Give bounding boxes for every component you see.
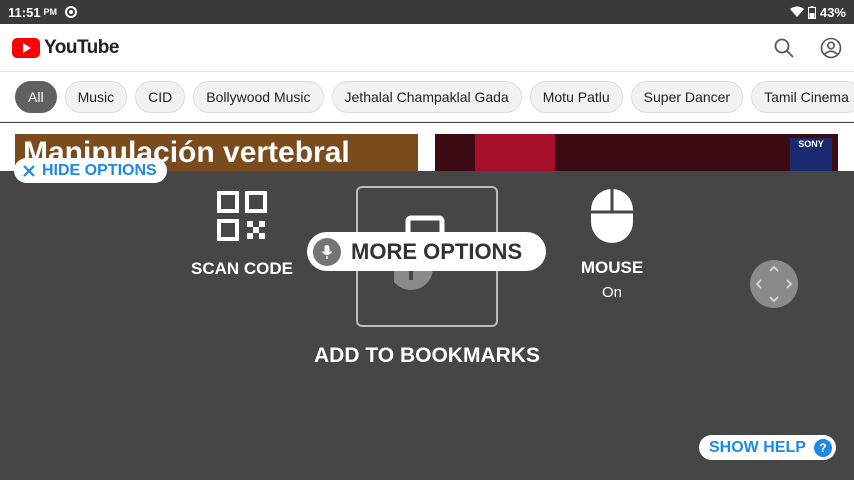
hide-options-button[interactable]: HIDE OPTIONS bbox=[14, 158, 167, 183]
chip-cid[interactable]: CID bbox=[135, 80, 186, 113]
chip-all[interactable]: All bbox=[15, 80, 57, 113]
more-options-button[interactable]: MORE OPTIONS bbox=[307, 232, 546, 271]
status-ampm: PM bbox=[43, 7, 58, 17]
scan-code-option[interactable]: SCAN CODE bbox=[190, 191, 294, 279]
youtube-logo[interactable]: YouTube bbox=[12, 37, 119, 59]
chip-music[interactable]: Music bbox=[64, 80, 128, 113]
scan-code-label: SCAN CODE bbox=[190, 259, 293, 278]
battery-icon bbox=[807, 5, 816, 19]
dpad-navigation[interactable] bbox=[750, 260, 798, 308]
mouse-toggle[interactable]: MOUSE On bbox=[570, 188, 654, 301]
account-icon[interactable] bbox=[820, 37, 842, 59]
header-actions bbox=[774, 37, 842, 59]
help-icon: ? bbox=[813, 438, 832, 457]
wifi-icon bbox=[789, 6, 804, 17]
chip-bollywood-music[interactable]: Bollywood Music bbox=[193, 80, 324, 113]
mouse-icon bbox=[591, 189, 633, 243]
mouse-state: On bbox=[601, 284, 622, 301]
sync-icon bbox=[65, 6, 78, 18]
close-icon bbox=[23, 164, 35, 177]
search-icon[interactable] bbox=[774, 38, 794, 58]
chip-jethalal[interactable]: Jethalal Champaklal Gada bbox=[331, 80, 522, 113]
more-options-label: MORE OPTIONS bbox=[351, 238, 523, 264]
youtube-header: YouTube bbox=[0, 24, 854, 72]
status-time: 11:51 bbox=[8, 4, 41, 20]
sony-channel-badge: SONY bbox=[790, 138, 832, 171]
qr-code-icon bbox=[217, 191, 267, 241]
youtube-play-icon bbox=[12, 37, 40, 58]
hide-options-label: HIDE OPTIONS bbox=[42, 161, 157, 179]
status-indicators: 43% bbox=[789, 4, 846, 20]
chip-motu-patlu[interactable]: Motu Patlu bbox=[529, 80, 623, 113]
chip-tamil-cinema[interactable]: Tamil Cinema bbox=[751, 80, 854, 113]
show-help-label: SHOW HELP bbox=[709, 438, 806, 456]
microphone-icon bbox=[313, 237, 341, 266]
screen: 11:51 PM 43% YouTube All Music CID Bolly… bbox=[0, 0, 854, 480]
dpad-arrows-icon bbox=[755, 265, 793, 303]
youtube-logo-text: YouTube bbox=[44, 36, 119, 58]
category-chips: All Music CID Bollywood Music Jethalal C… bbox=[0, 72, 854, 122]
video-thumbnail-2[interactable]: SONY bbox=[435, 134, 838, 171]
thumbnail-image bbox=[475, 134, 555, 171]
chip-super-dancer[interactable]: Super Dancer bbox=[630, 80, 744, 113]
status-bar: 11:51 PM 43% bbox=[0, 0, 854, 24]
show-help-button[interactable]: SHOW HELP ? bbox=[699, 435, 836, 460]
battery-level: 43% bbox=[819, 4, 846, 20]
add-to-bookmarks-label: ADD TO BOOKMARKS bbox=[314, 344, 540, 367]
mouse-label: MOUSE bbox=[580, 258, 644, 277]
